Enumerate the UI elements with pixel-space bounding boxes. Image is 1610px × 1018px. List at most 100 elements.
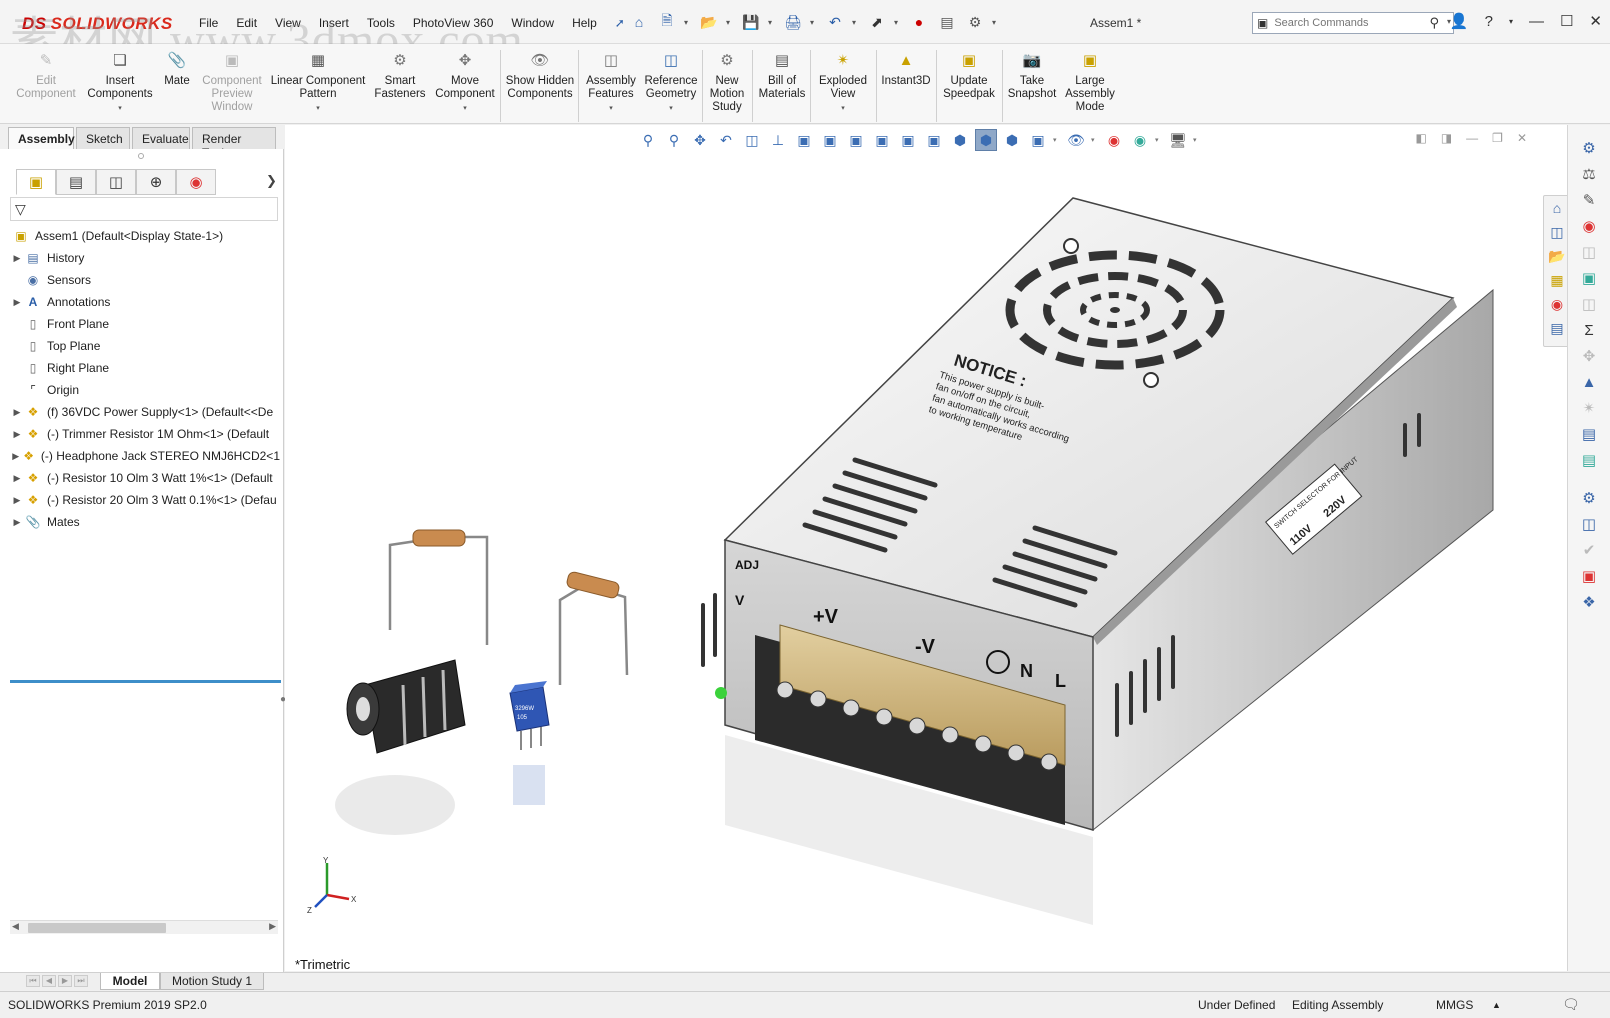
filter-icon[interactable]: ▽ [15,201,26,218]
measure-icon[interactable]: ✥ [1578,345,1600,367]
chevron-right-icon[interactable]: ❯ [266,173,277,189]
instant3d-button[interactable]: ▲ Instant3D [878,48,934,88]
user-account-icon[interactable]: 👤 [1450,12,1469,30]
forum-icon[interactable]: ✎ [1578,189,1600,211]
tree-item-origin[interactable]: ⌜ Origin [10,379,280,401]
component-preview-button[interactable]: ▣ Component Preview Window [196,48,268,114]
sensor-icon[interactable]: ✴ [1578,397,1600,419]
tab-model[interactable]: Model [100,973,160,990]
graphics-area[interactable]: ⚲ ⚲ ✥ ↶ ◫ ⊥ ▣ ▣ ▣ ▣ ▣ ▣ ⬢ ⬢ ⬢ ▣ ▾ 👁 ▾ ◉ ◉ ▾… [285,125,1567,971]
tree-item-top-plane[interactable]: ▯ Top Plane [10,335,280,357]
tree-item-resistor-20[interactable]: ▶ ❖ (-) Resistor 20 Olm 3 Watt 0.1%<1> (… [10,489,280,511]
menu-tools[interactable]: Tools [358,14,404,32]
select-pointer-icon[interactable]: ⬈ [866,12,888,32]
search-icon[interactable]: ⚲ [1429,15,1439,31]
options-gear-icon[interactable]: ⚙ [964,12,986,32]
bill-of-materials-button[interactable]: ▤ Bill of Materials [756,48,808,101]
units-caret-icon[interactable]: ▲ [1492,1000,1501,1010]
save-dropdown-icon[interactable]: ▾ [768,18,776,27]
expand-arrow-icon[interactable]: ▶ [10,297,24,308]
costing-icon[interactable]: ▣ [1578,267,1600,289]
tree-item-resistor-10[interactable]: ▶ ❖ (-) Resistor 10 Olm 3 Watt 1%<1> (De… [10,467,280,489]
search-commands-input[interactable] [1274,17,1425,29]
propertymanager-tab-icon[interactable]: ▤ [56,169,96,195]
take-snapshot-button[interactable]: 📷 Take Snapshot [1004,48,1060,101]
photoview-icon[interactable]: ❖ [1578,591,1600,613]
model-scene[interactable]: NOTICE : This power supply is built- fan… [285,125,1567,971]
menu-view[interactable]: View [266,14,310,32]
assembly-features-button[interactable]: ◫ Assembly Features ▾ [580,48,642,115]
reference-geometry-dropdown-icon[interactable]: ▾ [669,102,673,115]
minimize-icon[interactable]: — [1529,13,1544,30]
new-motion-study-button[interactable]: ⚙ New Motion Study [704,48,750,114]
status-comment-icon[interactable]: 🗨 [1562,996,1580,1013]
rebuild-traffic-light-icon[interactable]: ● [908,12,930,32]
tree-horizontal-scrollbar[interactable]: ◀ ▶ [10,920,278,934]
expand-arrow-icon[interactable]: ▶ [10,495,24,506]
open-folder-icon[interactable]: 📂 [698,12,720,32]
resistor-10-ohm-model[interactable] [558,571,629,685]
home-icon[interactable]: ⌂ [628,12,650,32]
file-properties-icon[interactable]: ▤ [936,12,958,32]
dimxpertmanager-tab-icon[interactable]: ⊕ [136,169,176,195]
featuremanager-tab-icon[interactable]: ▣ [16,169,56,195]
equations-sigma-icon[interactable]: Σ [1578,319,1600,341]
linear-component-pattern-button[interactable]: ▦ Linear Component Pattern ▾ [268,48,368,115]
open-dropdown-icon[interactable]: ▾ [726,18,734,27]
menu-edit[interactable]: Edit [227,14,266,32]
print-icon[interactable]: 🖨 [782,12,804,32]
expand-arrow-icon[interactable]: ▶ [10,451,21,462]
new-dropdown-icon[interactable]: ▾ [684,18,692,27]
expand-arrow-icon[interactable]: ▶ [10,517,24,528]
menu-insert[interactable]: Insert [310,14,358,32]
mate-button[interactable]: 📎 Mate [158,48,196,88]
tab-motion-study[interactable]: Motion Study 1 [160,973,264,990]
design-study-icon[interactable]: ▲ [1578,371,1600,393]
show-hidden-components-button[interactable]: 👁 Show Hidden Components [504,48,576,101]
reference-triad[interactable]: Y X Z [299,855,359,915]
routing-icon[interactable]: ◫ [1578,513,1600,535]
next-tab-icon[interactable]: ▶ [58,975,72,987]
help-dropdown-icon[interactable]: ▾ [1509,17,1513,26]
expand-arrow-icon[interactable]: ▶ [10,473,24,484]
move-component-button[interactable]: ✥ Move Component ▾ [432,48,498,115]
insert-components-dropdown-icon[interactable]: ▾ [118,102,122,115]
tab-assembly[interactable]: Assembly [8,127,75,149]
tree-item-right-plane[interactable]: ▯ Right Plane [10,357,280,379]
new-document-icon[interactable]: 🗎 [656,12,678,32]
exploded-view-dropdown-icon[interactable]: ▾ [841,102,845,115]
solidworks-logo[interactable]: DS SOLIDWORKS [22,14,173,34]
large-assembly-mode-button[interactable]: ▣ Large Assembly Mode [1062,48,1118,114]
configurationmanager-tab-icon[interactable]: ◫ [96,169,136,195]
scroll-left-icon[interactable]: ◀ [12,921,19,932]
select-dropdown-icon[interactable]: ▾ [894,18,902,27]
tree-item-power-supply[interactable]: ▶ ❖ (f) 36VDC Power Supply<1> (Default<<… [10,401,280,423]
tree-item-annotations[interactable]: ▶ A Annotations [10,291,280,313]
expand-arrow-icon[interactable]: ▶ [10,429,24,440]
move-component-dropdown-icon[interactable]: ▾ [463,102,467,115]
rollback-bar[interactable] [10,680,281,683]
displaymanager-tab-icon[interactable]: ◉ [176,169,216,195]
undo-icon[interactable]: ↶ [824,12,846,32]
assembly-features-dropdown-icon[interactable]: ▾ [609,102,613,115]
balance-icon[interactable]: ⚖ [1578,163,1600,185]
tab-render-tools[interactable]: Render Tools [192,127,276,160]
prev-tab-icon[interactable]: ◀ [42,975,56,987]
help-icon[interactable]: ? [1485,13,1493,30]
headphone-jack-model[interactable] [346,659,466,754]
tree-item-sensors[interactable]: ◉ Sensors [10,269,280,291]
tree-item-headphone-jack[interactable]: ▶ ❖ (-) Headphone Jack STEREO NMJ6HCD2<1 [10,445,280,467]
menu-window[interactable]: Window [502,14,563,32]
sustainability-icon[interactable]: ◫ [1578,293,1600,315]
scroll-thumb[interactable] [28,923,166,933]
options-dropdown-icon[interactable]: ▾ [992,18,1000,27]
tree-item-trimmer-resistor[interactable]: ▶ ❖ (-) Trimmer Resistor 1M Ohm<1> (Defa… [10,423,280,445]
print-dropdown-icon[interactable]: ▾ [810,18,818,27]
smart-fasteners-button[interactable]: ⚙ Smart Fasteners [370,48,430,101]
expand-arrow-icon[interactable]: ▶ [10,407,24,418]
tab-sketch[interactable]: Sketch [76,127,130,149]
validate-icon[interactable]: ✔ [1578,539,1600,561]
first-tab-icon[interactable]: ⏮ [26,975,40,987]
tab-evaluate[interactable]: Evaluate [132,127,190,149]
tree-filter[interactable]: ▽ [10,197,278,221]
